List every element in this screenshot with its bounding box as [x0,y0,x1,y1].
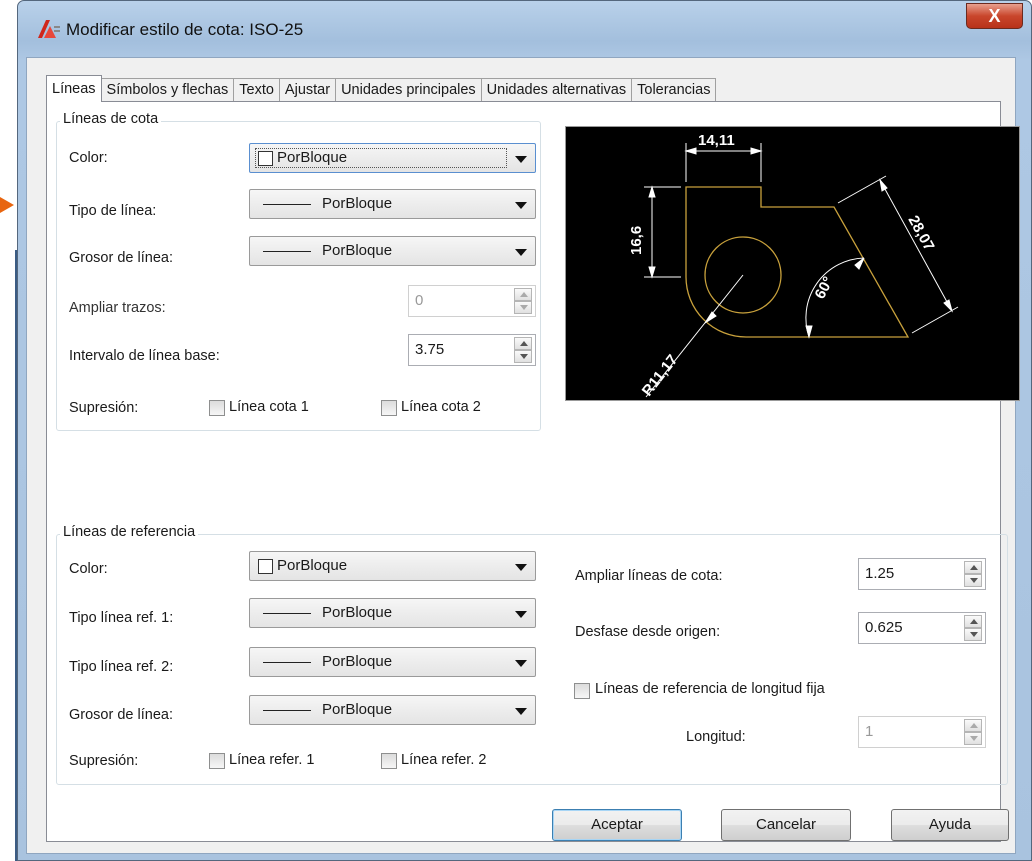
line-sample [263,613,311,614]
suppress-dim-line-1-label: Línea cota 1 [229,399,309,415]
preview-dim-left: 16,6 [628,226,645,255]
baseline-spacing-value: 3.75 [415,341,445,358]
tab-unidades-principales[interactable]: Unidades principales [335,78,482,102]
ext-linetype1-label: Tipo línea ref. 1: [69,610,174,626]
chevron-down-icon [515,156,527,163]
ext-color-label: Color: [69,561,108,577]
suppress-ext-line-2-checkbox[interactable] [381,753,397,769]
chevron-down-icon [515,611,527,618]
dim-color-select[interactable]: PorBloque [249,143,536,173]
spin-down-icon[interactable] [514,350,532,363]
ext-lines-title: Líneas de referencia [60,524,199,540]
dialog-window: Modificar estilo de cota: ISO-25 X Línea… [17,0,1032,861]
ok-button[interactable]: Aceptar [552,809,682,841]
ext-linetype1-select[interactable]: PorBloque [249,598,536,628]
ext-color-select[interactable]: PorBloque [249,551,536,581]
chevron-down-icon [515,202,527,209]
dim-lineweight-value: PorBloque [322,242,393,259]
fixed-length-checkbox[interactable] [574,683,590,699]
dialog-body: Líneas Símbolos y flechas Texto Ajustar … [26,57,1020,854]
baseline-spacing-spinner[interactable]: 3.75 [408,334,536,366]
close-button[interactable]: X [966,3,1023,29]
ext-suppress-label: Supresión: [69,753,139,769]
tab-strip: Líneas Símbolos y flechas Texto Ajustar … [46,75,717,102]
tab-panel-lineas: Líneas de cota Color: PorBloque Tipo de … [46,101,1020,842]
dim-extend-value: 0 [415,292,424,309]
dim-color-value: PorBloque [277,149,348,166]
ext-linetype2-select[interactable]: PorBloque [249,647,536,677]
spin-up-icon[interactable] [514,337,532,350]
tab-simbolos-flechas[interactable]: Símbolos y flechas [100,78,235,102]
cancel-button[interactable]: Cancelar [721,809,851,841]
baseline-spacing-label: Intervalo de línea base: [69,348,220,364]
spin-up-icon[interactable] [514,288,532,301]
ext-linetype1-value: PorBloque [322,604,393,621]
line-sample [263,662,311,663]
dim-lineweight-label: Grosor de línea: [69,250,173,266]
dim-linetype-label: Tipo de línea: [69,203,157,219]
ext-linetype2-label: Tipo línea ref. 2: [69,659,174,675]
window-title: Modificar estilo de cota: ISO-25 [66,20,304,39]
offset-origin-value: 0.625 [865,619,903,636]
dim-lineweight-select[interactable]: PorBloque [249,236,536,266]
tab-texto[interactable]: Texto [233,78,280,102]
title-bar[interactable]: Modificar estilo de cota: ISO-25 X [18,1,1031,57]
fixed-length-label: Líneas de referencia de longitud fija [595,681,825,697]
extend-beyond-value: 1.25 [865,565,895,582]
offset-origin-spinner[interactable]: 0.625 [858,612,986,644]
suppress-ext-line-1-checkbox[interactable] [209,753,225,769]
line-sample [263,710,311,711]
length-spinner[interactable]: 1 [858,716,986,748]
offset-origin-label: Desfase desde origen: [575,624,721,640]
suppress-dim-line-2-label: Línea cota 2 [401,399,481,415]
dim-color-label: Color: [69,150,108,166]
dim-lines-title: Líneas de cota [60,111,162,127]
tab-ajustar[interactable]: Ajustar [278,78,337,102]
help-button[interactable]: Ayuda [891,809,1009,841]
line-sample [263,251,311,252]
spin-up-icon[interactable] [964,719,982,732]
dim-linetype-select[interactable]: PorBloque [249,189,536,219]
preview-dim-radius: R11,17 [639,352,682,400]
extend-beyond-spinner[interactable]: 1.25 [858,558,986,590]
chevron-down-icon [515,249,527,256]
suppress-ext-line-2-label: Línea refer. 2 [401,752,487,768]
length-label: Longitud: [686,729,746,745]
length-value: 1 [865,723,874,740]
preview-drawing: 14,11 16,6 28,07 60° R11,17 [628,132,959,400]
dim-linetype-value: PorBloque [322,195,393,212]
preview-panel: 14,11 16,6 28,07 60° R11,17 [565,126,1020,401]
suppress-dim-line-2-checkbox[interactable] [381,400,397,416]
suppress-dim-line-1-checkbox[interactable] [209,400,225,416]
line-sample [263,204,311,205]
dim-extend-spinner[interactable]: 0 [408,285,536,317]
color-swatch [258,151,273,166]
dim-extend-label: Ampliar trazos: [69,300,166,316]
extend-beyond-label: Ampliar líneas de cota: [575,568,723,584]
chevron-down-icon [515,708,527,715]
spin-up-icon[interactable] [964,615,982,628]
ext-color-value: PorBloque [277,557,348,574]
ext-lineweight-label: Grosor de línea: [69,707,173,723]
ext-lineweight-select[interactable]: PorBloque [249,695,536,725]
chevron-down-icon [515,660,527,667]
spin-down-icon[interactable] [514,301,532,314]
pointer-arrow-icon [0,197,14,213]
spin-down-icon[interactable] [964,732,982,745]
ext-linetype2-value: PorBloque [322,653,393,670]
ext-lineweight-value: PorBloque [322,701,393,718]
dim-suppress-label: Supresión: [69,400,139,416]
spin-up-icon[interactable] [964,561,982,574]
autocad-app-icon [38,20,60,38]
chevron-down-icon [515,564,527,571]
color-swatch [258,559,273,574]
tab-lineas[interactable]: Líneas [46,75,102,102]
spin-down-icon[interactable] [964,628,982,641]
preview-dim-top: 14,11 [698,132,735,149]
tab-tolerancias[interactable]: Tolerancias [631,78,717,102]
suppress-ext-line-1-label: Línea refer. 1 [229,752,315,768]
tab-unidades-alternativas[interactable]: Unidades alternativas [480,78,633,102]
preview-dim-angle: 60° [812,274,838,302]
spin-down-icon[interactable] [964,574,982,587]
